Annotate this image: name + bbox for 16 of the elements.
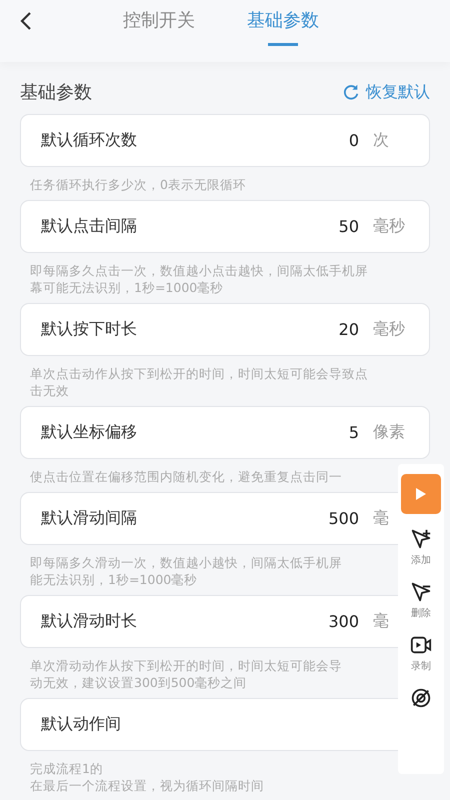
param-hint: 即每隔多久滑动一次，数值越小越快，间隔太低手机屏 — [30, 554, 342, 571]
param-hint: 单次点击动作从按下到松开的时间，时间太短可能会导致点 — [30, 365, 368, 382]
param-hint: 幕可能无法识别，1秒=1000毫秒 — [30, 279, 224, 296]
param-hint: 能无法识别，1秒=1000毫秒 — [30, 571, 198, 588]
param-hint: 动无效，建议设置300到500毫秒之间 — [30, 674, 247, 691]
param-hint: 完成流程1的 — [30, 760, 103, 777]
param-hint: 任务循环执行多少次，0表示无限循环 — [30, 176, 246, 193]
tool-label: 删除 — [411, 607, 431, 620]
tool-label: 录制 — [411, 660, 431, 673]
param-hint: 在最后一个流程设置，视为循环间隔时间 — [30, 777, 264, 794]
param-hint: 单次滑动动作从按下到松开的时间，时间太短可能会导 — [30, 657, 342, 674]
param-hint: 使点击位置在偏移范围内随机变化，避免重复点击同一 — [30, 468, 342, 485]
section-title: 基础参数 — [20, 81, 92, 104]
tool-label: 添加 — [411, 554, 431, 567]
param-hint: 击无效 — [30, 382, 69, 399]
param-hint: 即每隔多久点击一次，数值越小点击越快，间隔太低手机屏 — [30, 262, 368, 279]
